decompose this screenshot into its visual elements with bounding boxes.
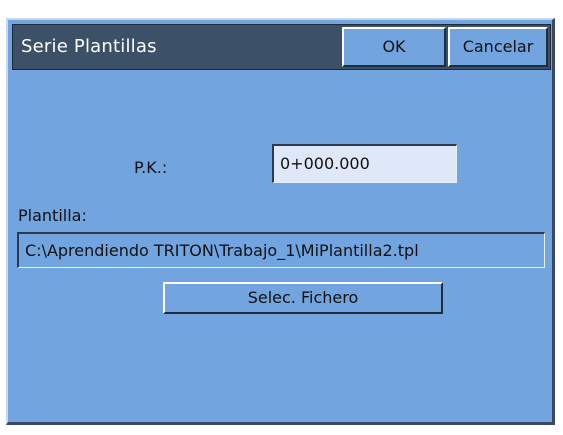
cancel-button[interactable]: Cancelar bbox=[448, 27, 548, 67]
pk-label: P.K.: bbox=[134, 158, 168, 177]
pk-input[interactable]: 0+000.000 bbox=[272, 144, 457, 183]
dialog-titlebar: Serie Plantillas OK Cancelar bbox=[12, 24, 551, 70]
dialog-title: Serie Plantillas bbox=[21, 36, 157, 57]
ok-button[interactable]: OK bbox=[342, 27, 446, 67]
select-file-button[interactable]: Selec. Fichero bbox=[163, 282, 443, 314]
template-label: Plantilla: bbox=[18, 206, 87, 225]
template-path-field[interactable]: C:\Aprendiendo TRITON\Trabajo_1\MiPlanti… bbox=[17, 232, 545, 268]
serie-plantillas-dialog: Serie Plantillas OK Cancelar P.K.: 0+000… bbox=[6, 18, 555, 425]
